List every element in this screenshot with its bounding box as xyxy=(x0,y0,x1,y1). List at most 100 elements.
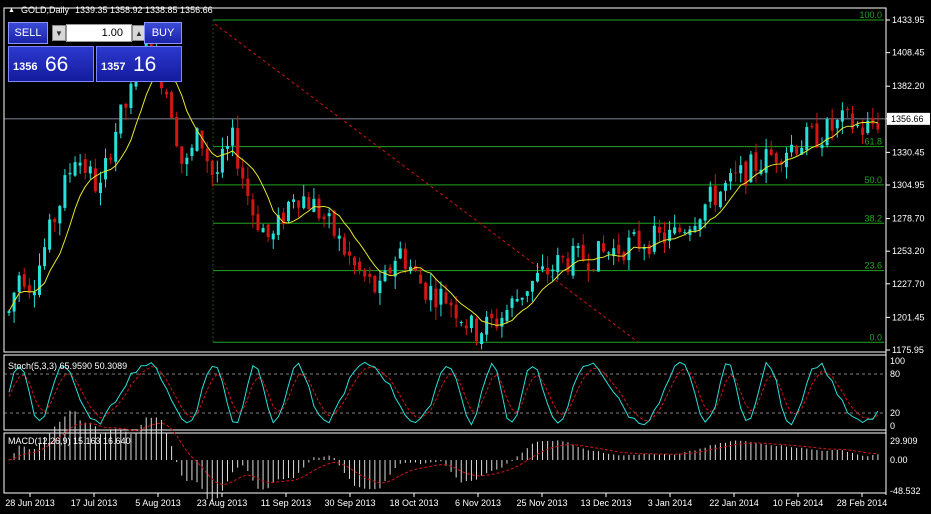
candle-body xyxy=(383,270,387,282)
candle-body xyxy=(790,144,794,153)
candle-body xyxy=(17,275,21,293)
candle-body xyxy=(22,274,26,287)
candle-body xyxy=(713,185,717,206)
candle-body xyxy=(185,157,189,165)
pane-border xyxy=(3,354,887,431)
time-tick-label: 17 Jul 2013 xyxy=(71,498,118,508)
candle-body xyxy=(505,309,509,321)
sell-button[interactable]: SELL xyxy=(8,22,48,44)
buy-price-box[interactable]: 1357 16 xyxy=(96,46,182,82)
candle-body xyxy=(495,318,499,328)
candle-body xyxy=(358,261,362,270)
candle-body xyxy=(231,127,235,146)
candle-body xyxy=(220,148,224,173)
candle-body xyxy=(7,311,11,313)
candle-body xyxy=(820,144,824,149)
candle-body xyxy=(490,313,494,319)
candle-body xyxy=(571,246,575,276)
candle-body xyxy=(439,288,443,305)
time-tick-label: 18 Oct 2013 xyxy=(389,498,438,508)
price-tick-label: 1382.20 xyxy=(892,81,925,91)
candle-body xyxy=(190,147,194,157)
moving-average-line xyxy=(8,69,879,326)
candle-body xyxy=(251,199,255,216)
candle-body xyxy=(53,219,57,223)
collapse-triangle-icon[interactable]: ▲ xyxy=(8,7,15,14)
candle-body xyxy=(246,178,250,196)
candle-body xyxy=(297,200,301,208)
stoch-scale-label: 0 xyxy=(890,421,895,431)
price-tick-label: 1433.95 xyxy=(892,15,925,25)
time-tick-label: 22 Jan 2014 xyxy=(709,498,759,508)
fib-level-label: 38.2 xyxy=(864,213,882,223)
buy-price-small: 1357 xyxy=(101,61,126,73)
candle-body xyxy=(266,224,270,237)
candle-body xyxy=(576,246,580,249)
candle-body xyxy=(566,258,570,272)
candle-body xyxy=(302,196,306,209)
candle-body xyxy=(363,269,367,277)
candle-body xyxy=(43,247,47,267)
time-tick-label: 3 Jan 2014 xyxy=(648,498,693,508)
candle-body xyxy=(739,165,743,174)
candle-body xyxy=(322,216,326,220)
chart-window[interactable]: 1433.95 1408.45 1382.20 1330.45 1304.95 1278.… xyxy=(0,0,931,514)
candle-body xyxy=(530,280,534,292)
buy-button[interactable]: BUY xyxy=(144,22,182,44)
price-tick-label: 1175.95 xyxy=(892,345,924,355)
candle-body xyxy=(337,235,341,239)
candle-body xyxy=(307,197,311,210)
candle-body xyxy=(271,233,275,240)
candle-body xyxy=(119,104,123,134)
fib-level-label: 50.0 xyxy=(864,175,882,185)
candle-body xyxy=(58,205,62,224)
candle-body xyxy=(835,119,839,129)
candle-body xyxy=(292,199,296,202)
macd-scale-label: 29.909 xyxy=(890,436,918,446)
candle-body xyxy=(236,128,240,169)
price-tick-label: 1253.20 xyxy=(892,246,925,256)
candle-body xyxy=(845,109,849,111)
candle-body xyxy=(83,159,87,173)
candle-body xyxy=(454,304,458,319)
candle-body xyxy=(256,214,260,230)
candle-body xyxy=(657,226,661,233)
candle-body xyxy=(673,227,677,234)
candle-body xyxy=(210,161,214,176)
candle-body xyxy=(205,148,209,162)
candle-body xyxy=(683,232,687,234)
macd-scale-label: 0.00 xyxy=(890,455,908,465)
candle-body xyxy=(165,91,169,95)
stoch-scale-label: 100 xyxy=(890,356,905,366)
price-tick-label: 1201.45 xyxy=(892,312,925,322)
candle-body xyxy=(647,244,651,255)
candle-body xyxy=(449,302,453,306)
lot-size-input[interactable]: 1.00 xyxy=(66,24,132,42)
candle-body xyxy=(37,265,41,295)
candle-body xyxy=(556,255,560,273)
macd-label: MACD(12,26,9) 15.163 16.640 xyxy=(8,436,131,446)
candle-body xyxy=(485,316,489,335)
candle-body xyxy=(825,119,829,146)
sell-price-box[interactable]: 1356 66 xyxy=(8,46,94,82)
fib-level-label: 0.0 xyxy=(869,332,882,342)
candle-body xyxy=(464,325,468,329)
candle-body xyxy=(63,175,67,208)
lot-decrease-button[interactable]: ▼ xyxy=(52,25,66,41)
candle-body xyxy=(632,232,636,235)
candle-body xyxy=(129,83,133,109)
candle-body xyxy=(98,182,102,194)
candle-body xyxy=(805,127,809,150)
fib-level-label: 61.8 xyxy=(864,137,882,147)
stochastic-label: Stoch(5,3,3) 65.9590 50.3089 xyxy=(8,361,128,371)
candle-body xyxy=(591,269,595,271)
candle-body xyxy=(830,119,834,131)
candle-body xyxy=(581,244,585,261)
candle-body xyxy=(520,297,524,300)
candle-body xyxy=(698,219,702,230)
candle-body xyxy=(469,315,473,329)
candle-body xyxy=(596,241,600,272)
candle-body xyxy=(525,291,529,296)
sell-price-big: 66 xyxy=(45,53,69,76)
candle-body xyxy=(678,227,682,232)
